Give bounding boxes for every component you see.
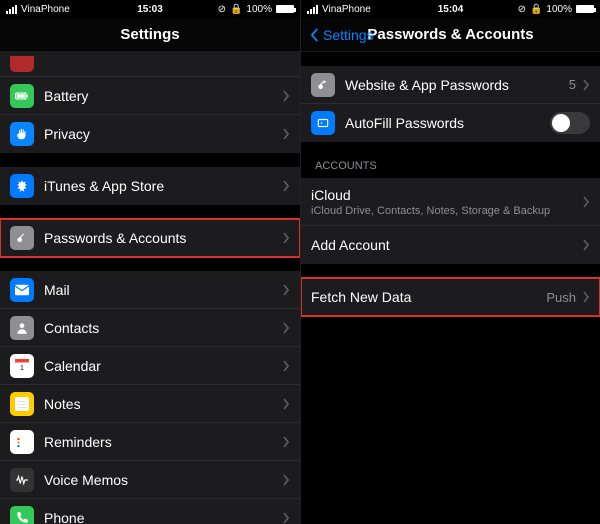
website-passwords-row[interactable]: Website & App Passwords 5 (301, 66, 600, 104)
row-label: Add Account (311, 237, 582, 253)
appstore-icon (10, 174, 34, 198)
passwords-list[interactable]: Website & App Passwords 5 AutoFill Passw… (301, 52, 600, 524)
contacts-icon (10, 316, 34, 340)
battery-icon (10, 84, 34, 108)
page-title: Settings (120, 26, 179, 43)
list-item[interactable]: Voice Memos (0, 461, 300, 499)
chevron-right-icon (282, 232, 290, 244)
list-item[interactable] (0, 52, 300, 77)
chevron-right-icon (582, 196, 590, 208)
list-item[interactable]: Battery (0, 77, 300, 115)
chevron-right-icon (582, 291, 590, 303)
chevron-right-icon (282, 474, 290, 486)
unknown-icon (10, 56, 34, 72)
list-item[interactable]: Privacy (0, 115, 300, 153)
clock: 15:03 (0, 4, 300, 15)
list-item[interactable]: 1 Calendar (0, 347, 300, 385)
chevron-right-icon (282, 180, 290, 192)
list-item[interactable]: Contacts (0, 309, 300, 347)
chevron-right-icon (282, 512, 290, 524)
calendar-icon: 1 (10, 354, 34, 378)
clock: 15:04 (301, 4, 600, 15)
row-label: Website & App Passwords (345, 77, 569, 93)
svg-text:1: 1 (20, 365, 24, 372)
battery-icon (276, 5, 294, 13)
chevron-right-icon (282, 436, 290, 448)
back-label: Settings (323, 27, 374, 43)
add-account-row[interactable]: Add Account (301, 226, 600, 264)
mail-icon (10, 278, 34, 302)
row-label: Passwords & Accounts (44, 230, 282, 246)
list-item[interactable]: Reminders (0, 423, 300, 461)
autofill-icon (311, 111, 335, 135)
voicememo-icon (10, 468, 34, 492)
autofill-row[interactable]: AutoFill Passwords (301, 104, 600, 142)
autofill-toggle[interactable] (550, 112, 590, 134)
row-label: iTunes & App Store (44, 178, 282, 194)
list-item[interactable]: Mail (0, 271, 300, 309)
chevron-right-icon (282, 322, 290, 334)
chevron-right-icon (582, 239, 590, 251)
row-label: Reminders (44, 434, 282, 450)
icloud-row[interactable]: iCloud iCloud Drive, Contacts, Notes, St… (301, 178, 600, 226)
page-title: Passwords & Accounts (367, 26, 533, 43)
row-label: Privacy (44, 126, 282, 142)
row-label: Phone (44, 510, 282, 524)
passwords-screen: VinaPhone 15:04 ⊘ 🔒 100% Settings Passwo… (300, 0, 600, 524)
row-value: Push (546, 290, 576, 305)
status-bar: VinaPhone 15:04 ⊘ 🔒 100% (301, 0, 600, 18)
back-button[interactable]: Settings (307, 27, 374, 43)
row-label: Notes (44, 396, 282, 412)
nav-header: Settings Passwords & Accounts (301, 18, 600, 52)
row-label: iCloud (311, 187, 582, 203)
hand-icon (10, 122, 34, 146)
chevron-right-icon (282, 360, 290, 372)
phone-icon (10, 506, 34, 524)
status-bar: VinaPhone 15:03 ⊘ 🔒 100% (0, 0, 300, 18)
row-count: 5 (569, 77, 576, 92)
key-icon (311, 73, 335, 97)
chevron-right-icon (282, 128, 290, 140)
reminders-icon (10, 430, 34, 454)
notes-icon (10, 392, 34, 416)
chevron-right-icon (282, 398, 290, 410)
list-item[interactable]: Passwords & Accounts (0, 219, 300, 257)
row-sublabel: iCloud Drive, Contacts, Notes, Storage &… (311, 205, 582, 217)
chevron-right-icon (282, 90, 290, 102)
row-label: AutoFill Passwords (345, 115, 550, 131)
list-item[interactable]: iTunes & App Store (0, 167, 300, 205)
row-label: Battery (44, 88, 282, 104)
settings-list[interactable]: Battery Privacy iTunes & App Store Passw… (0, 52, 300, 524)
key-icon (10, 226, 34, 250)
row-label: Contacts (44, 320, 282, 336)
chevron-right-icon (582, 79, 590, 91)
row-label: Fetch New Data (311, 289, 546, 305)
list-item[interactable]: Phone (0, 499, 300, 524)
battery-icon (576, 5, 594, 13)
settings-screen: VinaPhone 15:03 ⊘ 🔒 100% Settings Batter… (0, 0, 300, 524)
row-label: Calendar (44, 358, 282, 374)
nav-header: Settings (0, 18, 300, 52)
row-label: Mail (44, 282, 282, 298)
list-item[interactable]: Notes (0, 385, 300, 423)
accounts-header: ACCOUNTS (301, 142, 600, 178)
fetch-new-data-row[interactable]: Fetch New Data Push (301, 278, 600, 316)
chevron-right-icon (282, 284, 290, 296)
row-label: Voice Memos (44, 472, 282, 488)
